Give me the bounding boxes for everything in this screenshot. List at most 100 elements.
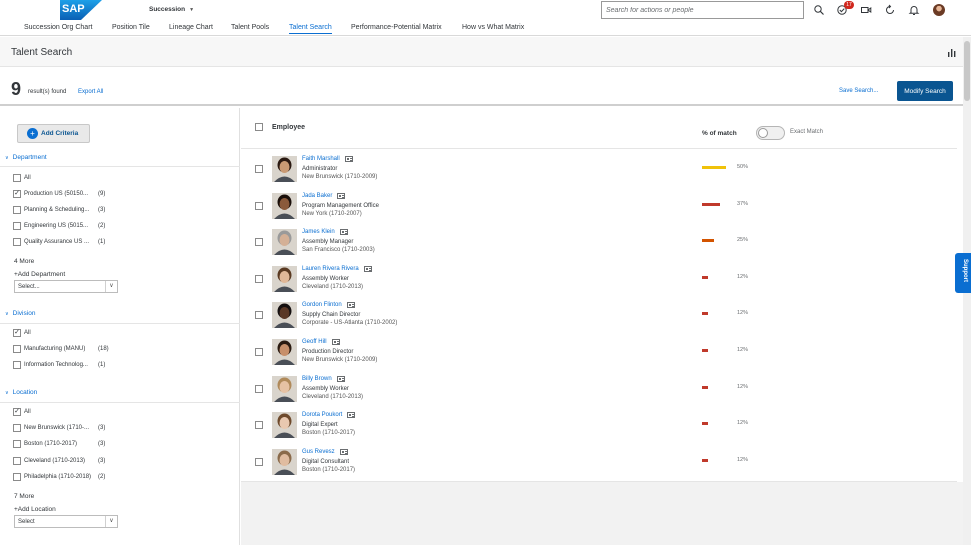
add-criteria-button[interactable]: + Add Criteria	[17, 124, 90, 143]
global-search-input[interactable]	[606, 5, 796, 16]
contact-card-icon[interactable]	[340, 448, 348, 455]
bar-chart-icon[interactable]	[947, 48, 957, 57]
employee-row[interactable]: Billy Brown Assembly Worker Cleveland (171…	[241, 372, 957, 408]
location-section-header[interactable]: ∨ Location	[5, 389, 37, 396]
contact-card-icon[interactable]	[337, 375, 345, 382]
search-icon[interactable]	[813, 4, 825, 16]
tab-talent-search[interactable]: Talent Search	[289, 24, 332, 34]
checkbox[interactable]	[13, 473, 21, 481]
row-checkbox[interactable]	[255, 457, 263, 466]
department-section-header[interactable]: ∨ Department	[5, 154, 47, 161]
division-section-header[interactable]: ∨ Division	[5, 310, 35, 317]
department-select[interactable]: Select... ∨	[14, 280, 118, 293]
checkbox[interactable]	[13, 206, 21, 214]
contact-card-icon[interactable]	[340, 229, 348, 236]
employee-photo[interactable]	[272, 156, 297, 182]
module-switcher[interactable]: Succession ▼	[149, 6, 194, 13]
chevron-down-icon: ∨	[5, 311, 9, 317]
checkbox[interactable]	[13, 345, 21, 353]
contact-card-icon[interactable]	[337, 192, 345, 199]
bell-icon[interactable]	[908, 4, 920, 16]
divider	[0, 323, 240, 324]
checkbox[interactable]	[13, 222, 21, 230]
caret-down-icon: ▼	[189, 7, 195, 13]
row-checkbox[interactable]	[255, 274, 263, 283]
employee-photo[interactable]	[272, 412, 297, 439]
employee-photo[interactable]	[272, 375, 297, 402]
employee-row[interactable]: Geoff Hill Production Director New Brunswi…	[241, 335, 957, 371]
add-department-link[interactable]: +Add Department	[14, 271, 65, 278]
checkbox[interactable]	[13, 361, 21, 369]
tab-performance-potential-matrix[interactable]: Performance-Potential Matrix	[351, 24, 442, 31]
employee-row[interactable]: Faith Marshall Administrator New Brunswick…	[241, 152, 957, 188]
checkbox[interactable]	[13, 457, 21, 465]
option-label: Engineering US (5015...	[24, 223, 89, 229]
tab-how-vs-what-matrix[interactable]: How vs What Matrix	[462, 24, 524, 31]
checkbox[interactable]	[13, 174, 21, 182]
select-all-checkbox[interactable]	[255, 123, 263, 131]
tab-lineage-chart[interactable]: Lineage Chart	[169, 24, 213, 31]
exact-match-label: Exact Match	[790, 129, 824, 135]
export-all-link[interactable]: Export All	[78, 89, 103, 95]
checkbox-checked[interactable]: ✓	[13, 190, 21, 198]
employee-name-link[interactable]: Billy Brown	[302, 376, 332, 382]
contact-card-icon[interactable]	[364, 265, 372, 272]
contact-card-icon[interactable]	[345, 156, 353, 162]
employee-row[interactable]: Gus Revesz Digital Consultant Boston (1710…	[241, 445, 957, 481]
sap-logo[interactable]: SAP	[60, 0, 102, 20]
department-more-link[interactable]: 4 More	[14, 258, 34, 265]
employee-row[interactable]: Jada Baker Program Management Office New Y…	[241, 189, 957, 225]
employee-photo[interactable]	[272, 302, 297, 329]
modify-search-button[interactable]: Modify Search	[897, 81, 953, 101]
add-location-link[interactable]: +Add Location	[14, 506, 56, 513]
checkbox[interactable]	[13, 238, 21, 246]
checkbox[interactable]	[13, 440, 21, 448]
employee-photo[interactable]	[272, 192, 297, 219]
exact-match-toggle[interactable]	[756, 126, 785, 140]
contact-card-icon[interactable]	[347, 302, 355, 309]
employee-name-link[interactable]: James Klein	[302, 229, 335, 235]
location-select[interactable]: Select ∨	[14, 515, 118, 528]
employee-photo[interactable]	[272, 448, 297, 475]
notification-badge: 17	[844, 1, 854, 9]
tab-position-tile[interactable]: Position Tile	[112, 24, 150, 31]
checkbox-checked[interactable]: ✓	[13, 329, 21, 337]
scrollbar-thumb[interactable]	[964, 41, 970, 101]
employee-row[interactable]: Gordon Flinton Supply Chain Director Corpo…	[241, 298, 957, 334]
row-checkbox[interactable]	[255, 238, 263, 247]
support-tab[interactable]: Support	[955, 253, 971, 293]
employee-name-link[interactable]: Gordon Flinton	[302, 302, 342, 308]
user-avatar[interactable]	[933, 4, 945, 16]
location-more-link[interactable]: 7 More	[14, 493, 34, 500]
match-percent: 12%	[737, 456, 749, 463]
employee-name-link[interactable]: Geoff Hill	[302, 339, 327, 345]
tab-talent-pools[interactable]: Talent Pools	[231, 24, 269, 31]
row-checkbox[interactable]	[255, 201, 263, 210]
employee-row[interactable]: James Klein Assembly Manager San Francisco…	[241, 225, 957, 261]
row-checkbox[interactable]	[255, 421, 263, 430]
row-checkbox[interactable]	[255, 165, 263, 173]
row-checkbox[interactable]	[255, 384, 263, 393]
tab-succession-org-chart[interactable]: Succession Org Chart	[24, 24, 92, 31]
row-checkbox[interactable]	[255, 311, 263, 320]
checkbox[interactable]	[13, 424, 21, 432]
employee-row[interactable]: Dorota Poukort Digital Expert Boston (1710…	[241, 408, 957, 444]
employee-name-link[interactable]: Jada Baker	[302, 193, 332, 199]
employee-photo[interactable]	[272, 229, 297, 256]
employee-name-link[interactable]: Gus Revesz	[302, 449, 335, 455]
row-checkbox[interactable]	[255, 348, 263, 356]
location-select-value: Select	[18, 519, 35, 525]
contact-card-icon[interactable]	[347, 412, 355, 419]
employee-name-link[interactable]: Faith Marshall	[302, 156, 340, 162]
employee-location: New York (1710-2007)	[302, 210, 362, 217]
employee-name-link[interactable]: Dorota Poukort	[302, 412, 342, 418]
refresh-icon[interactable]	[884, 4, 896, 16]
contact-card-icon[interactable]	[332, 339, 340, 345]
employee-name-link[interactable]: Lauren Rivera Rivera	[302, 266, 359, 272]
checkbox-checked[interactable]: ✓	[13, 408, 21, 416]
employee-photo[interactable]	[272, 265, 297, 292]
video-icon[interactable]	[860, 4, 872, 16]
employee-row[interactable]: Lauren Rivera Rivera Assembly Worker Cleve…	[241, 262, 957, 298]
employee-photo[interactable]	[272, 339, 297, 365]
save-search-link[interactable]: Save Search...	[839, 88, 878, 94]
